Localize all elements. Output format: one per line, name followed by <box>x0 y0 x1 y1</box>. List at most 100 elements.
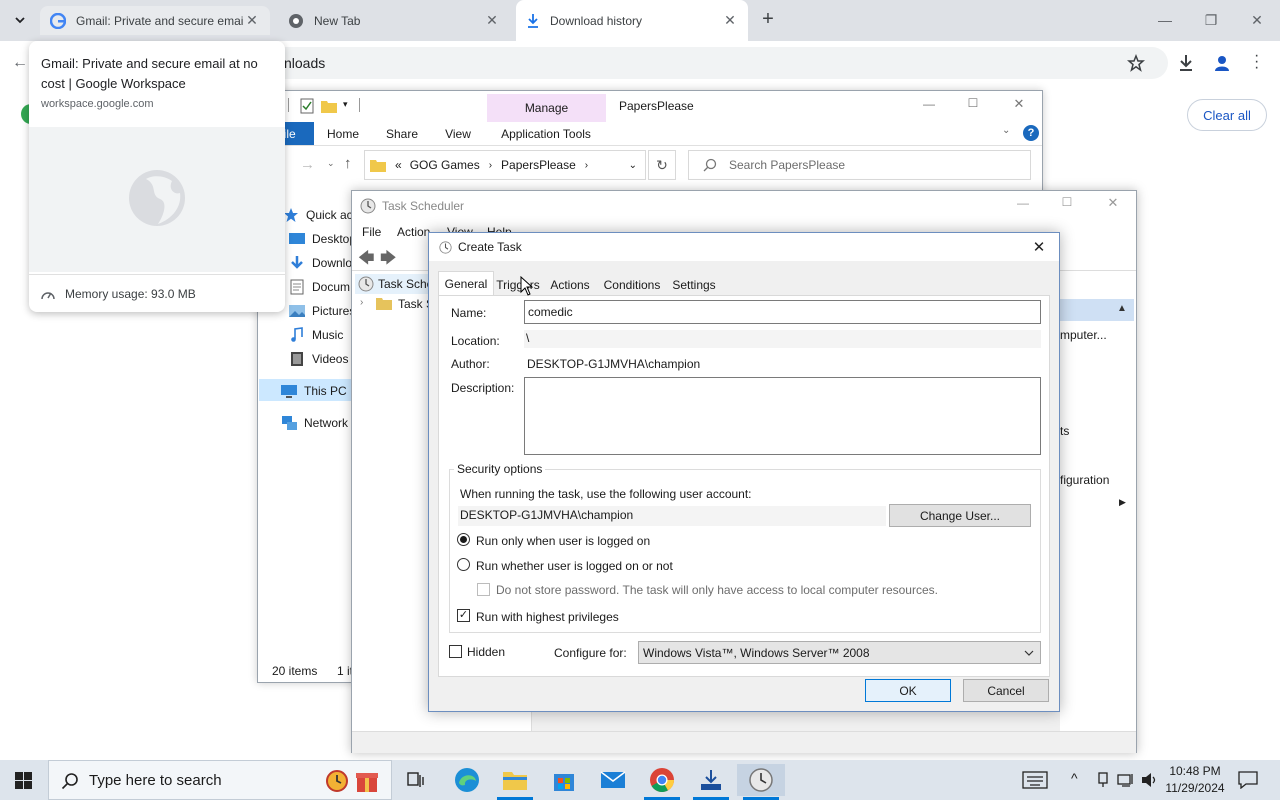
hidden-checkbox[interactable] <box>449 645 462 658</box>
tree-item-task-scheduler[interactable]: Task Sche <box>378 277 433 291</box>
close-icon[interactable]: ✕ <box>1004 96 1034 112</box>
close-icon[interactable]: ✕ <box>244 12 260 29</box>
nav-quick-access[interactable]: Quick acc <box>282 204 359 226</box>
clock-date[interactable]: 11/29/2024 <box>1162 781 1228 795</box>
hidden-label[interactable]: Hidden <box>467 645 505 659</box>
no-store-password-checkbox[interactable] <box>477 583 490 596</box>
close-icon[interactable]: ✕ <box>1029 238 1049 256</box>
close-icon[interactable]: ✕ <box>484 12 500 29</box>
tab-settings[interactable]: Settings <box>669 274 719 296</box>
cancel-button[interactable]: Cancel <box>963 679 1049 702</box>
maximize-icon[interactable]: ☐ <box>958 96 988 110</box>
breadcrumb-separator-icon[interactable]: › <box>489 160 492 171</box>
usb-device-icon[interactable] <box>1096 772 1110 788</box>
up-button[interactable]: ↑ <box>344 155 352 172</box>
maximize-icon[interactable]: ☐ <box>1052 195 1082 209</box>
breadcrumb-papersplease[interactable]: PapersPlease <box>501 158 576 172</box>
new-folder-icon[interactable] <box>321 99 337 113</box>
task-view-icon[interactable] <box>392 764 440 796</box>
ribbon-tab-view[interactable]: View <box>438 122 478 145</box>
close-icon[interactable]: ✕ <box>1098 195 1128 211</box>
back-arrow-icon[interactable]: 🡄 <box>358 247 375 274</box>
breadcrumb-separator-icon[interactable]: › <box>585 160 588 171</box>
highest-privileges-label[interactable]: Run with highest privileges <box>476 610 619 624</box>
address-bar[interactable]: nloads <box>258 47 1168 79</box>
downloads-icon[interactable] <box>1177 53 1195 73</box>
explorer-search-box[interactable]: Search PapersPlease <box>688 150 1031 180</box>
tab-download-history[interactable]: Download history ✕ <box>516 0 748 41</box>
chrome-taskbar-icon[interactable] <box>638 764 686 796</box>
address-dropdown-icon[interactable]: ⌄ <box>629 160 637 171</box>
restore-icon[interactable]: ❐ <box>1188 8 1234 32</box>
notifications-icon[interactable] <box>1238 771 1258 789</box>
run-whether-label[interactable]: Run whether user is logged on or not <box>476 559 673 573</box>
keyboard-icon[interactable] <box>1022 771 1048 789</box>
recent-locations-icon[interactable]: ⌄ <box>327 158 335 169</box>
task-scheduler-taskbar-icon[interactable] <box>737 764 785 796</box>
network-icon[interactable] <box>1117 772 1135 788</box>
close-icon[interactable]: ✕ <box>722 12 738 29</box>
nav-documents[interactable]: Docum <box>288 276 350 298</box>
minimize-icon[interactable]: — <box>1142 8 1188 32</box>
clear-all-button[interactable]: Clear all <box>1187 99 1267 131</box>
menu-action[interactable]: Action <box>397 225 430 239</box>
forward-arrow-icon[interactable]: 🡆 <box>380 247 397 274</box>
highest-privileges-checkbox[interactable]: ✓ <box>457 609 470 622</box>
tab-actions[interactable]: Actions <box>545 274 595 296</box>
help-icon[interactable]: ? <box>1023 125 1039 141</box>
file-explorer-taskbar-icon[interactable] <box>491 764 539 796</box>
ribbon-tab-share[interactable]: Share <box>380 122 424 145</box>
submenu-arrow-icon[interactable]: ▶ <box>1119 497 1126 508</box>
action-fragment[interactable]: ts <box>1060 424 1069 438</box>
run-logged-on-radio[interactable] <box>457 533 470 546</box>
tab-triggers[interactable]: Triggers <box>495 274 541 296</box>
nav-network[interactable]: Network <box>280 412 348 434</box>
bookmark-star-icon[interactable] <box>1127 54 1145 72</box>
tab-gmail[interactable]: Gmail: Private and secure email ✕ <box>40 6 270 35</box>
ok-button[interactable]: OK <box>865 679 951 702</box>
run-whether-radio[interactable] <box>457 558 470 571</box>
microsoft-store-icon[interactable] <box>540 764 588 796</box>
configure-for-select[interactable]: Windows Vista™, Windows Server™ 2008 <box>638 641 1041 664</box>
tab-new-tab[interactable]: New Tab ✕ <box>278 6 510 35</box>
close-icon[interactable]: ✕ <box>1234 8 1280 32</box>
name-input[interactable] <box>524 300 1041 324</box>
ribbon-tab-application-tools[interactable]: Application Tools <box>490 122 602 145</box>
kebab-menu-icon[interactable]: · · · <box>1254 48 1262 76</box>
expand-icon[interactable]: › <box>360 297 363 308</box>
downloads-taskbar-icon[interactable] <box>687 764 735 796</box>
edge-icon[interactable] <box>443 764 491 796</box>
profile-avatar-icon[interactable] <box>1212 53 1232 73</box>
minimize-icon[interactable]: — <box>914 97 944 111</box>
breadcrumb-overflow[interactable]: « <box>395 158 402 172</box>
ribbon-tab-home[interactable]: Home <box>320 122 366 145</box>
nav-pictures[interactable]: Pictures <box>288 300 355 322</box>
action-configuration[interactable]: figuration <box>1060 473 1109 487</box>
nav-this-pc[interactable]: This PC <box>280 380 347 402</box>
forward-button[interactable]: → <box>300 156 315 173</box>
action-connect-computer[interactable]: mputer... <box>1060 328 1107 342</box>
properties-icon[interactable] <box>299 98 315 114</box>
refresh-button[interactable]: ↻ <box>648 150 676 180</box>
menu-file[interactable]: File <box>362 225 381 239</box>
collapse-icon[interactable]: ▲ <box>1117 303 1127 314</box>
change-user-button[interactable]: Change User... <box>889 504 1031 527</box>
mail-icon[interactable] <box>589 764 637 796</box>
run-logged-on-label[interactable]: Run only when user is logged on <box>476 534 650 548</box>
quick-access-dropdown-icon[interactable]: ▾ <box>343 99 348 110</box>
nav-music[interactable]: Music <box>288 324 343 346</box>
nav-videos[interactable]: Videos <box>288 348 348 370</box>
volume-icon[interactable] <box>1141 772 1159 788</box>
description-textarea[interactable] <box>524 377 1041 455</box>
new-tab-button[interactable]: + <box>758 9 778 31</box>
tab-general[interactable]: General <box>438 271 494 296</box>
expand-ribbon-icon[interactable]: ⌄ <box>1002 125 1010 136</box>
manage-context-tab[interactable]: Manage <box>487 94 606 122</box>
nav-downloads[interactable]: Downlo <box>288 252 352 274</box>
clock-time[interactable]: 10:48 PM <box>1164 764 1226 778</box>
minimize-icon[interactable]: — <box>1008 196 1038 210</box>
nav-desktop[interactable]: Desktop <box>288 228 356 250</box>
tab-search-button[interactable] <box>8 8 32 32</box>
explorer-address-bar[interactable]: « GOG Games › PapersPlease › ⌄ <box>364 150 646 180</box>
tab-conditions[interactable]: Conditions <box>599 274 665 296</box>
